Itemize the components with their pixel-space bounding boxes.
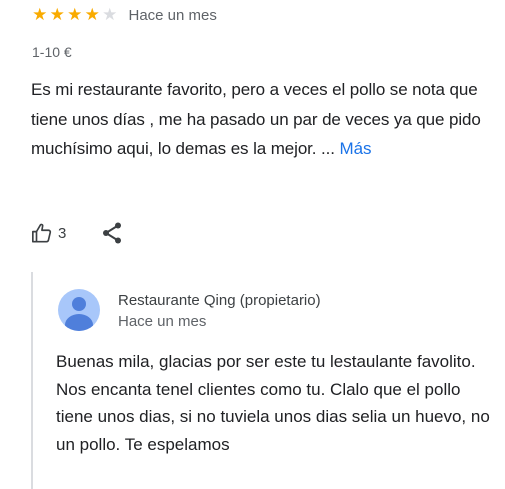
share-button[interactable]	[101, 221, 123, 245]
star-filled-icon: ★	[32, 5, 48, 24]
reply-meta: Restaurante Qing (propietario) Hace un m…	[118, 291, 321, 333]
rating-row: ★ ★ ★ ★ ★ Hace un mes	[31, 5, 217, 25]
reply-text: Buenas mila, glacias por ser este tu les…	[56, 352, 490, 454]
review-body: Es mi restaurante favorito, pero a veces…	[31, 80, 481, 158]
like-count: 3	[58, 224, 67, 242]
like-button[interactable]: 3	[31, 222, 66, 244]
star-filled-icon: ★	[49, 5, 65, 24]
reply-header: Restaurante Qing (propietario) Hace un m…	[58, 289, 321, 333]
review-actions: 3	[31, 221, 123, 245]
review-card: ★ ★ ★ ★ ★ Hace un mes 1-10 € Es mi restauran…	[0, 0, 505, 489]
reply-time: Hace un mes	[118, 313, 207, 330]
person-avatar-icon	[58, 289, 100, 331]
star-filled-icon: ★	[84, 5, 100, 24]
star-filled-icon: ★	[67, 5, 83, 24]
review-text: Es mi restaurante favorito, pero a veces…	[31, 75, 481, 164]
thumbs-up-icon	[31, 222, 53, 244]
price-range: 1-10 €	[32, 44, 72, 60]
owner-reply: Restaurante Qing (propietario) Hace un m…	[31, 272, 503, 489]
star-empty-icon: ★	[102, 5, 118, 24]
star-rating: ★ ★ ★ ★ ★	[31, 5, 119, 25]
share-icon	[101, 221, 123, 245]
review-time: Hace un mes	[128, 6, 217, 24]
more-link[interactable]: Más	[340, 139, 372, 158]
owner-name: Restaurante Qing (propietario)	[118, 292, 321, 309]
